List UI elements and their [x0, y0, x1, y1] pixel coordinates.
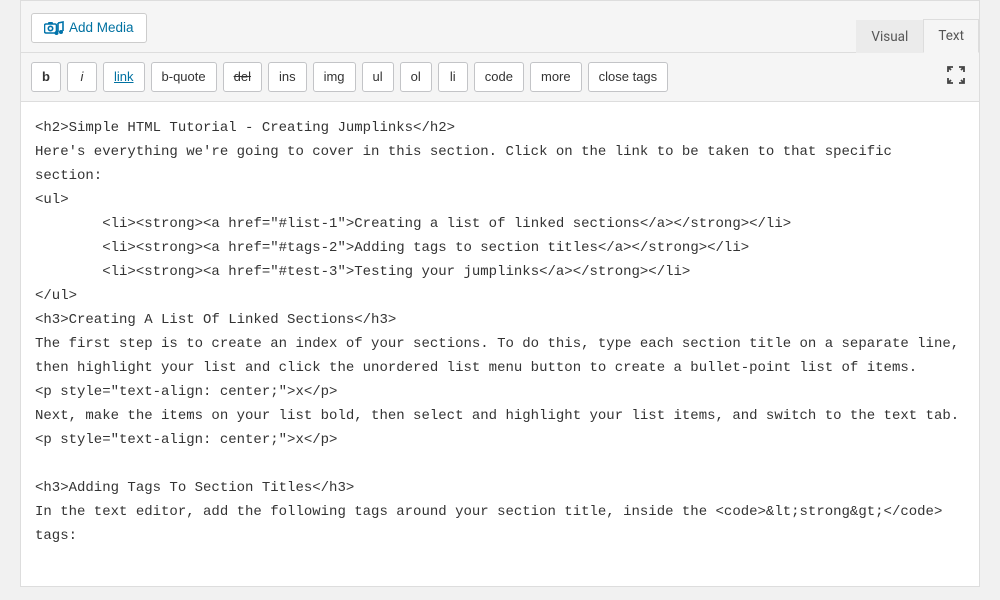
qt-img-button[interactable]: img: [313, 62, 356, 92]
qt-ul-button[interactable]: ul: [362, 62, 394, 92]
add-media-label: Add Media: [69, 20, 134, 35]
qt-close-tags-button[interactable]: close tags: [588, 62, 669, 92]
qt-del-button[interactable]: del: [223, 62, 262, 92]
post-editor: Add Media Visual Text b i link b-quote d…: [20, 0, 980, 587]
qt-more-button[interactable]: more: [530, 62, 582, 92]
tab-text[interactable]: Text: [923, 19, 979, 53]
qt-italic-button[interactable]: i: [67, 62, 97, 92]
add-media-button[interactable]: Add Media: [31, 13, 147, 43]
camera-music-icon: [44, 20, 62, 36]
tab-visual[interactable]: Visual: [856, 20, 923, 53]
qt-li-button[interactable]: li: [438, 62, 468, 92]
qt-ol-button[interactable]: ol: [400, 62, 432, 92]
qt-ins-button[interactable]: ins: [268, 62, 307, 92]
qt-link-button[interactable]: link: [103, 62, 145, 92]
qt-bquote-button[interactable]: b-quote: [151, 62, 217, 92]
editor-top-bar: Add Media Visual Text: [21, 1, 979, 53]
qt-bold-button[interactable]: b: [31, 62, 61, 92]
qt-code-button[interactable]: code: [474, 62, 524, 92]
content-textarea[interactable]: [21, 102, 979, 582]
fullscreen-icon[interactable]: [947, 66, 965, 84]
quicktags-toolbar: b i link b-quote del ins img ul ol li co…: [21, 53, 979, 102]
editor-mode-tabs: Visual Text: [856, 19, 979, 53]
